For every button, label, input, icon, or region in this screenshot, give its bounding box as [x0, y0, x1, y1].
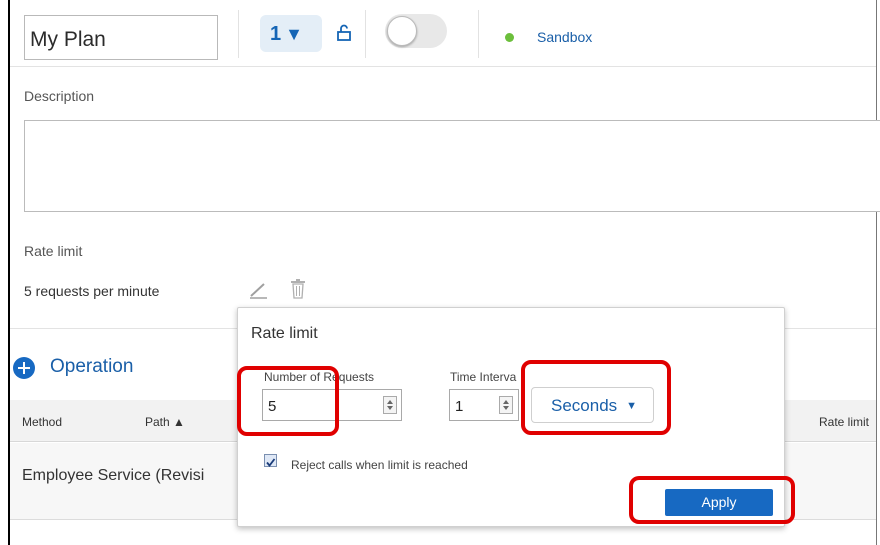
- edit-icon[interactable]: [248, 281, 268, 299]
- unlock-icon[interactable]: [337, 24, 351, 42]
- add-operation-icon[interactable]: [13, 357, 35, 379]
- frame-right-border: [876, 0, 877, 545]
- column-header-method[interactable]: Method: [22, 415, 62, 429]
- description-label: Description: [24, 88, 95, 104]
- description-textarea[interactable]: [24, 120, 880, 212]
- toolbar-divider: [365, 10, 366, 58]
- rate-limit-label: Rate limit: [24, 243, 83, 259]
- rate-limit-summary: 5 requests per minute: [24, 283, 160, 299]
- toggle-knob[interactable]: [387, 16, 417, 46]
- column-header-rate-limit[interactable]: Rate limit: [819, 415, 869, 429]
- highlight-unit-box: [521, 360, 671, 435]
- highlight-requests-box: [237, 366, 339, 436]
- reject-calls-label[interactable]: Reject calls when limit is reached: [291, 458, 468, 472]
- operation-name: Employee Service (Revisi: [22, 467, 205, 484]
- toolbar-divider: [478, 10, 479, 58]
- plan-name-input[interactable]: My Plan: [24, 15, 218, 60]
- reject-calls-checkbox[interactable]: [264, 454, 277, 467]
- environment-label: Sandbox: [537, 29, 593, 45]
- interval-label: Time Interva: [450, 370, 517, 384]
- status-dot-icon: [505, 33, 514, 42]
- popup-title: Rate limit: [251, 325, 318, 342]
- add-operation-button[interactable]: Operation: [50, 356, 133, 378]
- highlight-apply-box: [629, 476, 795, 524]
- requests-stepper[interactable]: [383, 396, 397, 414]
- column-header-path[interactable]: Path ▲: [145, 415, 185, 429]
- interval-stepper[interactable]: [499, 396, 513, 414]
- version-number: 1: [270, 23, 282, 45]
- trash-icon[interactable]: [290, 279, 306, 299]
- version-dropdown[interactable]: 1 ▼: [260, 15, 322, 52]
- version-arrow-icon: ▼: [285, 24, 303, 44]
- divider: [10, 66, 876, 67]
- toolbar-divider: [238, 10, 239, 58]
